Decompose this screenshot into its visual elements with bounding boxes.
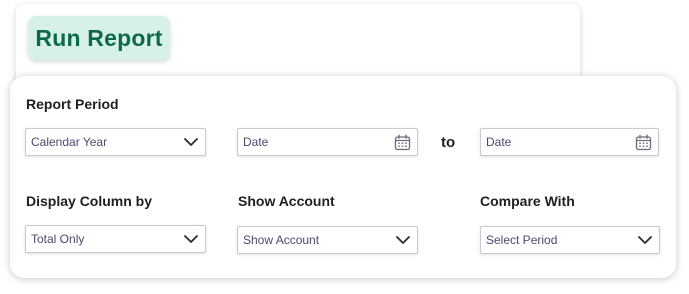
display-column-select[interactable]: Total Only — [25, 225, 206, 253]
calendar-icon[interactable] — [635, 134, 652, 151]
to-date-field[interactable]: Date — [480, 128, 659, 156]
show-account-label: Show Account — [238, 193, 335, 209]
compare-with-select[interactable]: Select Period — [480, 226, 660, 254]
from-date-field[interactable]: Date — [237, 128, 418, 156]
compare-with-label: Compare With — [480, 193, 575, 209]
chevron-down-icon — [184, 138, 198, 146]
run-report-badge: Run Report — [28, 16, 170, 60]
report-period-label: Report Period — [26, 96, 119, 112]
chevron-down-icon — [638, 236, 652, 244]
chevron-down-icon — [184, 235, 198, 243]
show-account-select[interactable]: Show Account — [237, 226, 418, 254]
calendar-icon[interactable] — [394, 134, 411, 151]
period-select-value: Calendar Year — [31, 135, 108, 149]
compare-with-value: Select Period — [486, 233, 558, 247]
to-date-placeholder: Date — [486, 135, 512, 149]
display-column-label: Display Column by — [26, 193, 153, 209]
period-select[interactable]: Calendar Year — [25, 128, 206, 156]
date-range-separator: to — [441, 134, 456, 151]
page-title: Run Report — [35, 24, 163, 51]
from-date-placeholder: Date — [243, 135, 269, 149]
chevron-down-icon — [396, 236, 410, 244]
show-account-value: Show Account — [243, 233, 320, 247]
display-column-value: Total Only — [31, 232, 85, 246]
